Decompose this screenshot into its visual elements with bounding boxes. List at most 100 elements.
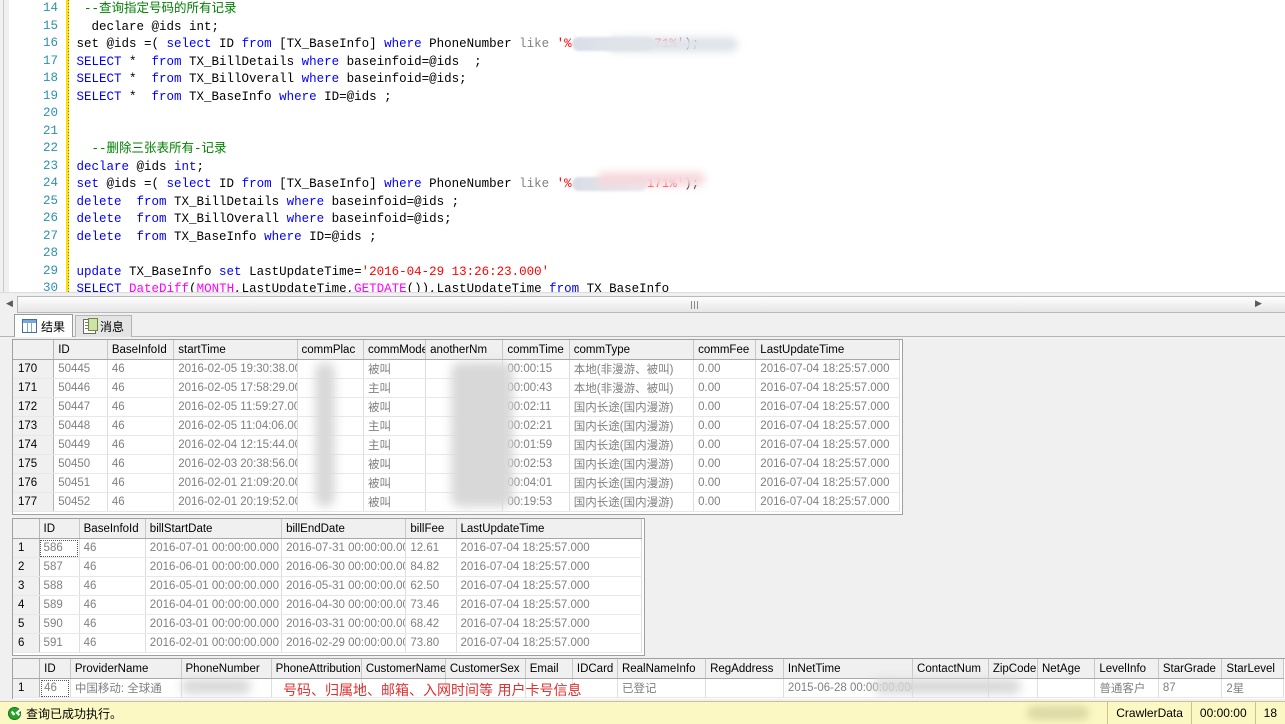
- table-cell[interactable]: 50449: [53, 435, 108, 455]
- table-cell[interactable]: 国内长途(国内漫游): [569, 435, 695, 455]
- table-cell[interactable]: 0.00: [693, 473, 757, 493]
- table-cell[interactable]: 2016-02-05 11:59:27.000: [173, 397, 298, 417]
- row-header-cell[interactable]: 1: [13, 538, 40, 558]
- column-header[interactable]: InNetTime: [783, 659, 914, 679]
- column-header[interactable]: StarGrade: [1158, 659, 1223, 679]
- row-header-cell[interactable]: 174: [13, 435, 55, 455]
- table-cell[interactable]: 2016-02-05 19:30:38.000: [173, 359, 298, 379]
- table-cell[interactable]: 50447: [53, 397, 108, 417]
- editor-hscrollbar[interactable]: ◀ ▶: [0, 292, 1285, 314]
- table-cell[interactable]: 2016-02-05 11:04:06.000: [173, 416, 298, 436]
- table-cell[interactable]: 2星: [1221, 678, 1284, 698]
- column-header[interactable]: commMode: [363, 340, 427, 360]
- table-cell[interactable]: 84.82: [405, 557, 457, 577]
- table-cell[interactable]: 46: [107, 435, 175, 455]
- column-header[interactable]: ContactNum: [912, 659, 989, 679]
- table-cell[interactable]: 46: [107, 454, 175, 474]
- table-row[interactable]: 6 591 46 2016-02-01 00:00:00.000 2016-02-29 …: [13, 633, 642, 653]
- table-cell[interactable]: 46: [107, 378, 175, 398]
- table-cell[interactable]: 2016-07-04 18:25:57.000: [755, 435, 900, 455]
- table-cell[interactable]: 2016-07-04 18:25:57.000: [456, 557, 642, 577]
- table-cell[interactable]: 46: [107, 473, 175, 493]
- table-cell[interactable]: 46: [79, 538, 146, 558]
- table-cell[interactable]: 2016-07-04 18:25:57.000: [755, 359, 900, 379]
- table-cell[interactable]: 46: [79, 614, 146, 634]
- table-cell[interactable]: 0.00: [693, 435, 757, 455]
- table-cell[interactable]: 主叫: [363, 435, 427, 455]
- sql-editor[interactable]: 14 15 16 17 18 19 20 21 22 23 24 25 26 27 28 29 30 --查询指…: [0, 0, 1285, 292]
- table-cell[interactable]: 46: [79, 576, 146, 596]
- row-header-cell[interactable]: 3: [13, 576, 40, 596]
- table-cell[interactable]: 2016-07-31 00:00:00.000: [281, 538, 407, 558]
- row-header-cell[interactable]: 172: [13, 397, 55, 417]
- table-row[interactable]: 3 588 46 2016-05-01 00:00:00.000 2016-05-31 …: [13, 576, 642, 596]
- table-cell[interactable]: 0.00: [693, 454, 757, 474]
- table-cell[interactable]: 被叫: [363, 359, 427, 379]
- column-header[interactable]: Email: [525, 659, 573, 679]
- column-header[interactable]: CustomerName: [361, 659, 446, 679]
- column-header[interactable]: PhoneAttribution: [271, 659, 362, 679]
- row-header-corner[interactable]: [13, 659, 41, 679]
- column-header[interactable]: billFee: [405, 519, 457, 539]
- table-cell[interactable]: 国内长途(国内漫游): [569, 397, 695, 417]
- column-header[interactable]: billStartDate: [145, 519, 283, 539]
- table-cell[interactable]: 591: [39, 633, 80, 653]
- row-header-cell[interactable]: 173: [13, 416, 55, 436]
- table-cell[interactable]: 2016-03-31 00:00:00.000: [281, 614, 407, 634]
- column-header[interactable]: PhoneNumber: [181, 659, 272, 679]
- tab-results[interactable]: 结果: [14, 314, 74, 337]
- column-header[interactable]: commPlac: [297, 340, 364, 360]
- column-header[interactable]: ID: [39, 519, 80, 539]
- table-cell[interactable]: 588: [39, 576, 80, 596]
- table-cell[interactable]: 2016-02-01 00:00:00.000: [145, 633, 283, 653]
- table-cell[interactable]: 589: [39, 595, 80, 615]
- row-header-cell[interactable]: 177: [13, 492, 55, 512]
- column-header[interactable]: billEndDate: [281, 519, 407, 539]
- table-cell[interactable]: 国内长途(国内漫游): [569, 454, 695, 474]
- table-cell[interactable]: 2016-07-04 18:25:57.000: [755, 397, 900, 417]
- table-cell[interactable]: 68.42: [405, 614, 457, 634]
- table-cell[interactable]: 73.46: [405, 595, 457, 615]
- table-cell[interactable]: 中国移动: 全球通: [70, 678, 182, 698]
- row-header-cell[interactable]: 171: [13, 378, 55, 398]
- results-grid-billdetails[interactable]: ID BaseInfoId startTime commPlac commMode ano…: [12, 339, 903, 515]
- table-cell[interactable]: 50452: [53, 492, 108, 512]
- table-cell[interactable]: 2016-04-30 00:00:00.000: [281, 595, 407, 615]
- table-cell[interactable]: 2016-02-05 17:58:29.000: [173, 378, 298, 398]
- table-cell[interactable]: 50451: [53, 473, 108, 493]
- results-grid-billoverall[interactable]: ID BaseInfoId billStartDate billEndDate bill…: [12, 518, 645, 656]
- row-header-cell[interactable]: 5: [13, 614, 40, 634]
- table-cell[interactable]: 2016-02-01 20:19:52.000: [173, 492, 298, 512]
- table-cell[interactable]: 46: [79, 595, 146, 615]
- table-cell[interactable]: 2016-07-04 18:25:57.000: [456, 576, 642, 596]
- table-cell[interactable]: 46: [79, 557, 146, 577]
- table-cell[interactable]: 46: [39, 678, 71, 698]
- column-header[interactable]: startTime: [173, 340, 298, 360]
- table-cell[interactable]: 73.80: [405, 633, 457, 653]
- table-cell[interactable]: 2016-07-04 18:25:57.000: [755, 416, 900, 436]
- table-cell[interactable]: [705, 678, 784, 698]
- column-header[interactable]: anotherNm: [425, 340, 504, 360]
- column-header[interactable]: BaseInfoId: [79, 519, 146, 539]
- results-grid-baseinfo[interactable]: ID ProviderName PhoneNumber PhoneAttributio…: [12, 658, 1285, 699]
- table-cell[interactable]: 50445: [53, 359, 108, 379]
- column-header[interactable]: NetAge: [1037, 659, 1096, 679]
- table-cell[interactable]: 2016-03-01 00:00:00.000: [145, 614, 283, 634]
- table-cell[interactable]: 2016-07-04 18:25:57.000: [456, 538, 642, 558]
- row-header-cell[interactable]: 175: [13, 454, 55, 474]
- table-row[interactable]: 1 586 46 2016-07-01 00:00:00.000 2016-07-31 …: [13, 538, 642, 558]
- column-header[interactable]: commType: [569, 340, 695, 360]
- table-cell[interactable]: 50450: [53, 454, 108, 474]
- table-row[interactable]: 5 590 46 2016-03-01 00:00:00.000 2016-03-31 …: [13, 614, 642, 634]
- table-cell[interactable]: 62.50: [405, 576, 457, 596]
- column-header[interactable]: commTime: [502, 340, 570, 360]
- table-cell[interactable]: 586: [39, 538, 80, 558]
- column-header[interactable]: CustomerSex: [445, 659, 526, 679]
- table-cell[interactable]: 2016-07-04 18:25:57.000: [755, 473, 900, 493]
- column-header[interactable]: ID: [53, 340, 108, 360]
- row-header-corner[interactable]: [13, 340, 55, 360]
- table-cell[interactable]: 2016-05-31 00:00:00.000: [281, 576, 407, 596]
- table-cell[interactable]: 46: [107, 416, 175, 436]
- table-cell[interactable]: 12.61: [405, 538, 457, 558]
- table-cell[interactable]: 2016-02-04 12:15:44.000: [173, 435, 298, 455]
